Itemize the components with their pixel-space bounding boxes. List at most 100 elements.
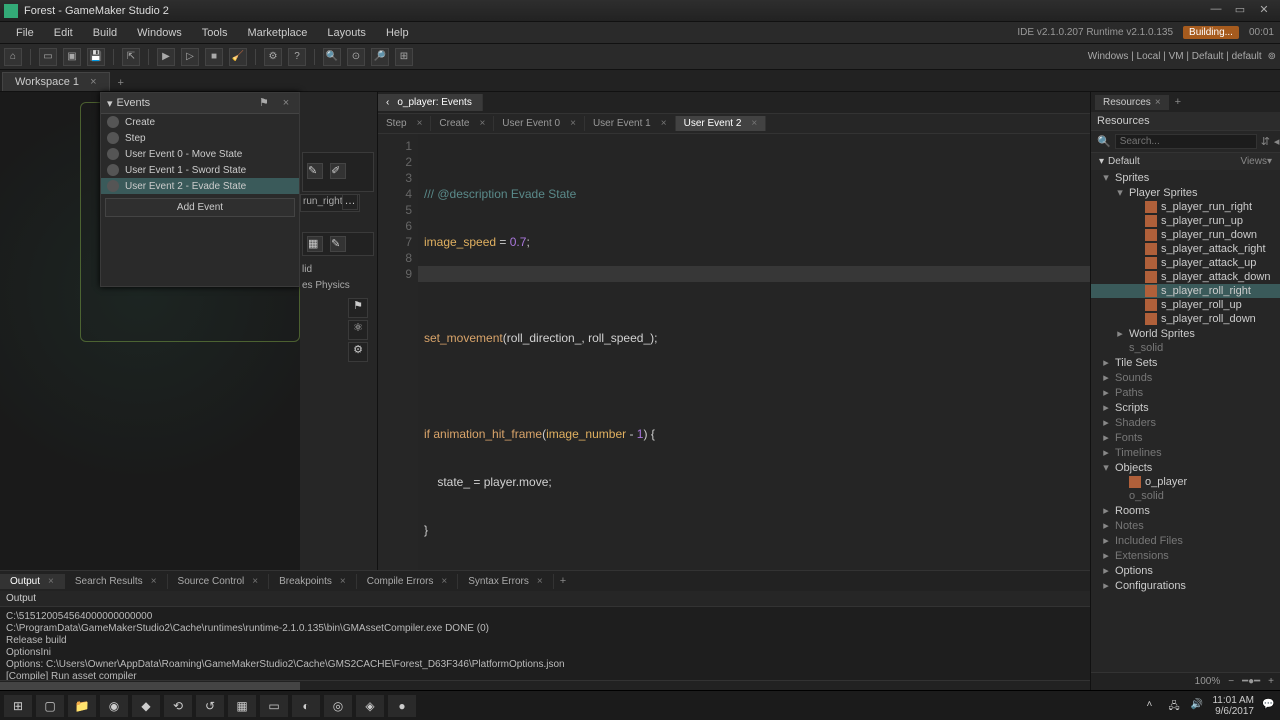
tree-caret-icon[interactable]: ▸: [1101, 519, 1111, 532]
tab-user2[interactable]: User Event 2×: [676, 116, 767, 131]
tree-caret-icon[interactable]: ▸: [1101, 371, 1111, 384]
event-create[interactable]: Create: [101, 114, 299, 130]
tree-caret-icon[interactable]: ▸: [1101, 446, 1111, 459]
app-icon[interactable]: ◐: [292, 695, 320, 717]
event-step[interactable]: Step: [101, 130, 299, 146]
game-options-button[interactable]: ⚙: [264, 48, 282, 66]
tab-syntax-errors[interactable]: Syntax Errors×: [458, 574, 553, 589]
tree-row[interactable]: s_player_run_up: [1091, 214, 1280, 228]
new-button[interactable]: ▭: [39, 48, 57, 66]
resources-tab[interactable]: Resources×: [1095, 95, 1169, 110]
clock-date[interactable]: 9/6/2017: [1212, 706, 1254, 717]
app-icon[interactable]: ◎: [324, 695, 352, 717]
tree-row[interactable]: ▸Shaders: [1091, 415, 1280, 430]
tree-row[interactable]: ▸Options: [1091, 563, 1280, 578]
minimize-button[interactable]: —: [1204, 3, 1228, 19]
tree-caret-icon[interactable]: ▸: [1101, 386, 1111, 399]
clean-button[interactable]: 🧹: [229, 48, 247, 66]
open-button[interactable]: ▣: [63, 48, 81, 66]
zoom-slider[interactable]: ━●━: [1242, 676, 1260, 687]
edit-icon[interactable]: ✎: [307, 163, 323, 179]
tree-row[interactable]: ▾Objects: [1091, 460, 1280, 475]
menu-help[interactable]: Help: [376, 25, 419, 41]
tree-row[interactable]: ▸Configurations: [1091, 578, 1280, 593]
tree-caret-icon[interactable]: ▸: [1101, 534, 1111, 547]
tree-row[interactable]: s_player_attack_right: [1091, 242, 1280, 256]
help-button[interactable]: ?: [288, 48, 306, 66]
close-icon[interactable]: ×: [479, 118, 485, 129]
zoom-in-icon[interactable]: +: [1268, 676, 1274, 687]
close-icon[interactable]: ×: [48, 576, 54, 587]
tab-user0[interactable]: User Event 0×: [494, 116, 585, 131]
tree-row[interactable]: ▸Fonts: [1091, 430, 1280, 445]
tree-row[interactable]: ▾Sprites: [1091, 170, 1280, 185]
tree-row[interactable]: ▸Timelines: [1091, 445, 1280, 460]
zoom-out-button[interactable]: 🔎: [371, 48, 389, 66]
close-icon[interactable]: ×: [441, 576, 447, 587]
gamemaker-icon[interactable]: ◆: [132, 695, 160, 717]
tree-row[interactable]: s_player_roll_down: [1091, 312, 1280, 326]
menu-layouts[interactable]: Layouts: [317, 25, 376, 41]
edit-icon[interactable]: ✎: [330, 236, 346, 252]
tree-row[interactable]: ▸Extensions: [1091, 548, 1280, 563]
save-button[interactable]: 💾: [87, 48, 105, 66]
tab-source-control[interactable]: Source Control×: [168, 574, 270, 589]
tree-row[interactable]: ▾Player Sprites: [1091, 185, 1280, 200]
close-icon[interactable]: ×: [252, 576, 258, 587]
tree-caret-icon[interactable]: ▸: [1101, 356, 1111, 369]
workspace-canvas[interactable]: ▾ Events ⚑ × Create Step User Event 0 - …: [0, 92, 300, 570]
close-icon[interactable]: ×: [570, 118, 576, 129]
tab-output[interactable]: Output×: [0, 574, 65, 589]
resource-search-input[interactable]: [1115, 134, 1257, 149]
app-icon[interactable]: ↺: [196, 695, 224, 717]
tree-caret-icon[interactable]: ▾: [1101, 171, 1111, 184]
tree-row[interactable]: s_player_attack_up: [1091, 256, 1280, 270]
editor-file-tab[interactable]: ‹ o_player: Events: [378, 94, 483, 111]
target-icon[interactable]: ⊚: [1268, 51, 1276, 62]
file-explorer-icon[interactable]: 📁: [68, 695, 96, 717]
tree-caret-icon[interactable]: ▸: [1101, 416, 1111, 429]
app-icon[interactable]: ⟲: [164, 695, 192, 717]
zoom-reset-button[interactable]: ⊙: [347, 48, 365, 66]
tree-row[interactable]: s_player_attack_down: [1091, 270, 1280, 284]
tree-row[interactable]: ▸Tile Sets: [1091, 355, 1280, 370]
tree-row[interactable]: ▸Sounds: [1091, 370, 1280, 385]
docking-button[interactable]: ⊞: [395, 48, 413, 66]
close-icon[interactable]: ×: [751, 118, 757, 129]
close-icon[interactable]: ×: [1155, 97, 1161, 108]
more-button[interactable]: …: [342, 194, 358, 210]
gear-icon[interactable]: ⚙: [348, 342, 368, 362]
tree-caret-icon[interactable]: ▾: [1101, 461, 1111, 474]
tree-row[interactable]: o_solid: [1091, 489, 1280, 503]
output-scrollbar[interactable]: [0, 680, 1090, 690]
close-icon[interactable]: ×: [151, 576, 157, 587]
collapse-icon[interactable]: ⇵: [1261, 135, 1270, 148]
home-button[interactable]: ⌂: [4, 48, 22, 66]
prev-icon[interactable]: ◂: [1274, 135, 1280, 148]
menu-tools[interactable]: Tools: [192, 25, 238, 41]
tab-user1[interactable]: User Event 1×: [585, 116, 676, 131]
task-view-button[interactable]: ▢: [36, 695, 64, 717]
tree-row[interactable]: s_player_run_right: [1091, 200, 1280, 214]
app-icon[interactable]: ●: [388, 695, 416, 717]
tree-row[interactable]: ▸Included Files: [1091, 533, 1280, 548]
menu-edit[interactable]: Edit: [44, 25, 83, 41]
create-exe-button[interactable]: ⇱: [122, 48, 140, 66]
chrome-icon[interactable]: ◉: [100, 695, 128, 717]
event-user0[interactable]: User Event 0 - Move State: [101, 146, 299, 162]
app-icon[interactable]: ▭: [260, 695, 288, 717]
close-button[interactable]: ✕: [1252, 3, 1276, 19]
views-label[interactable]: Views: [1240, 156, 1267, 167]
close-icon[interactable]: ×: [279, 97, 293, 109]
tree-row[interactable]: s_player_run_down: [1091, 228, 1280, 242]
menu-build[interactable]: Build: [83, 25, 127, 41]
add-tab-button[interactable]: +: [1169, 94, 1187, 110]
physics-icon[interactable]: ⚛: [348, 320, 368, 340]
close-icon[interactable]: ×: [340, 576, 346, 587]
tree-caret-icon[interactable]: ▸: [1101, 431, 1111, 444]
tab-breakpoints[interactable]: Breakpoints×: [269, 574, 357, 589]
event-user1[interactable]: User Event 1 - Sword State: [101, 162, 299, 178]
zoom-in-button[interactable]: 🔍: [323, 48, 341, 66]
tab-create[interactable]: Create×: [431, 116, 494, 131]
tree-row[interactable]: ▸Scripts: [1091, 400, 1280, 415]
